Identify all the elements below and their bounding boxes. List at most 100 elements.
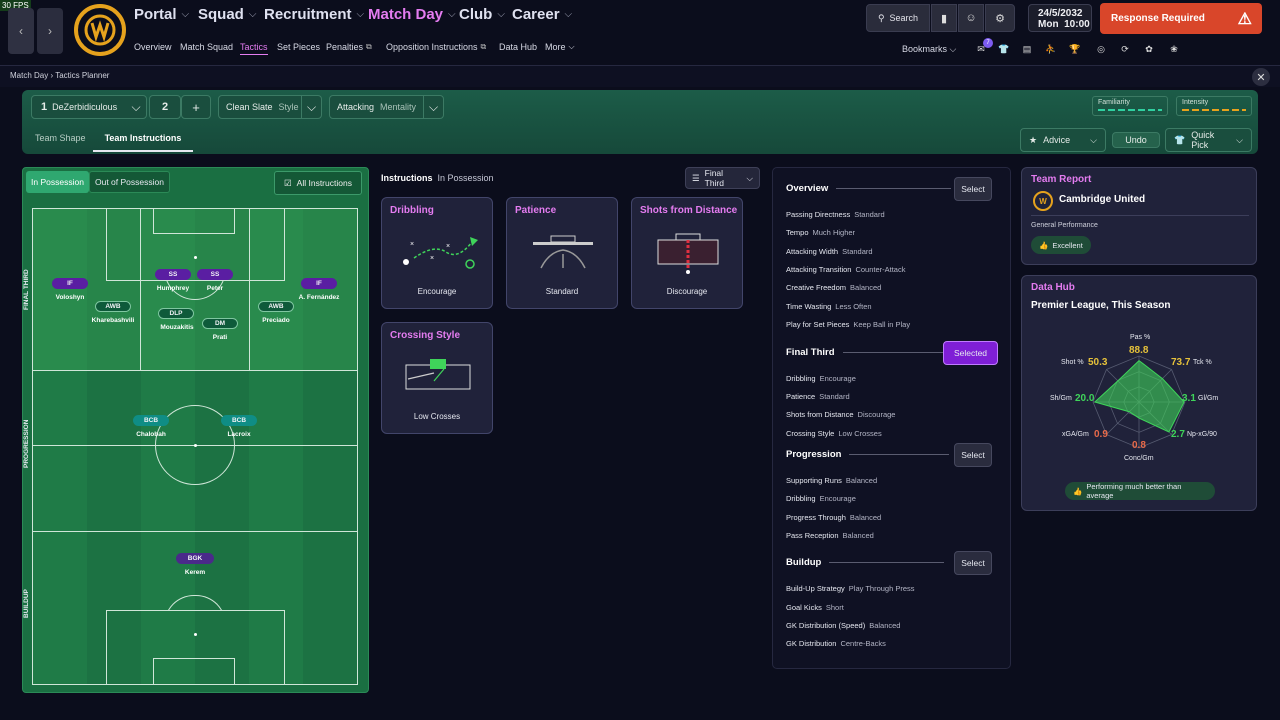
tab-team-instructions[interactable]: Team Instructions	[93, 133, 193, 152]
add-tactic-button[interactable]: +	[181, 95, 211, 119]
trophy-icon[interactable]: 🏆	[1068, 42, 1082, 56]
style-selector[interactable]: Clean Slate Style ⌵	[218, 95, 322, 119]
undo-button[interactable]: Undo	[1112, 132, 1160, 148]
radar-value: 88.8	[1129, 345, 1149, 356]
player-role-badge[interactable]: SS	[197, 269, 233, 280]
selected-final-third-button[interactable]: Selected	[943, 341, 998, 365]
menu-squad[interactable]: Squad ⌵	[198, 6, 256, 23]
submenu-more[interactable]: More ⌵	[545, 42, 575, 52]
person-button[interactable]: ☺	[958, 4, 984, 32]
section-overview-title: Overview	[786, 183, 952, 194]
player-role-badge[interactable]: IF	[301, 278, 337, 289]
player-role-badge[interactable]: SS	[155, 269, 191, 280]
menu-recruitment[interactable]: Recruitment ⌵	[264, 6, 364, 23]
chevron-down-icon: ⌵	[1090, 134, 1097, 145]
instruction-card-crossing-style[interactable]: Crossing Style Low Crosses	[381, 322, 493, 434]
player-role-badge[interactable]: BGK	[176, 553, 214, 564]
intensity-meter[interactable]: Intensity	[1176, 96, 1252, 116]
player-role-badge[interactable]: DLP	[158, 308, 194, 319]
overview-row: Shots from Distance Discourage	[786, 410, 896, 419]
forward-button[interactable]: ›	[37, 8, 63, 54]
thumbs-up-icon: 👍	[1073, 486, 1083, 496]
response-required-button[interactable]: Response Required ⚠	[1100, 3, 1262, 34]
mentality-selector[interactable]: Attacking Mentality ⌵	[329, 95, 444, 119]
menu-match-day[interactable]: Match Day ⌵	[368, 6, 456, 23]
inbox-icon[interactable]: ✉ 7	[974, 38, 993, 56]
clipboard-icon[interactable]: ▤	[1020, 42, 1034, 56]
star-icon: ★	[1029, 134, 1038, 145]
scout-icon[interactable]: ◎	[1094, 42, 1108, 56]
team-report-title: Team Report	[1031, 174, 1092, 185]
club-logo[interactable]	[74, 4, 126, 56]
player-role-badge[interactable]: BCB	[133, 415, 169, 426]
instructions-header: Instructions In Possession	[381, 173, 494, 183]
instruction-card-dribbling[interactable]: Dribbling × × × Encourage	[381, 197, 493, 309]
staff-icon[interactable]: ❀	[1167, 42, 1181, 56]
instruction-card-shots-from-distance[interactable]: Shots from Distance Discourage	[631, 197, 743, 309]
submenu-match-squad[interactable]: Match Squad	[180, 42, 233, 52]
performance-value: Excellent	[1052, 240, 1083, 250]
quick-pick-button[interactable]: 👕 Quick Pick ⌵	[1165, 128, 1252, 152]
chevron-down-icon: ⌵	[564, 9, 573, 20]
tab-team-shape[interactable]: Team Shape	[35, 133, 86, 143]
overview-row: GK Distribution Centre-Backs	[786, 639, 886, 648]
shirt-icon: 👕	[1174, 134, 1186, 145]
back-button[interactable]: ‹	[8, 8, 34, 54]
select-overview-button[interactable]: Select	[954, 177, 992, 201]
overview-row: Passing Directness Standard	[786, 210, 885, 219]
chevron-down-icon: ⌵	[423, 96, 443, 118]
tab-in-possession[interactable]: In Possession	[26, 171, 89, 193]
menu-club[interactable]: Club ⌵	[459, 6, 505, 23]
group-icon[interactable]: ✿	[1142, 42, 1156, 56]
intensity-bar	[1182, 109, 1246, 111]
player-role-badge[interactable]: AWB	[95, 301, 131, 312]
tactic-selector[interactable]: 1 DeZerbidiculous ⌵	[31, 95, 147, 119]
player-role-badge[interactable]: AWB	[258, 301, 294, 312]
familiarity-meter[interactable]: Familiarity	[1092, 96, 1168, 116]
breadcrumb-parent[interactable]: Match Day	[10, 71, 48, 80]
all-instructions-button[interactable]: ☑ All Instructions	[274, 171, 362, 195]
submenu-tactics[interactable]: Tactics	[240, 42, 268, 55]
data-hub-footer: Performing much better than average	[1086, 482, 1182, 500]
instructions-title: Instructions	[381, 173, 433, 183]
player-role-badge[interactable]: BCB	[221, 415, 257, 426]
section-title: Final Third	[786, 347, 835, 358]
menu-portal[interactable]: Portal ⌵	[134, 6, 189, 23]
submenu-penalties[interactable]: Penalties ⧉	[326, 42, 372, 52]
current-date: 24/5/2032	[1038, 8, 1083, 19]
menu-label: Match Day	[368, 6, 444, 23]
submenu-data-hub[interactable]: Data Hub	[499, 42, 537, 52]
refresh-icon[interactable]: ⟳	[1118, 42, 1132, 56]
select-buildup-button[interactable]: Select	[954, 551, 992, 575]
data-hub-footer-badge: 👍 Performing much better than average	[1065, 482, 1215, 500]
submenu-set-pieces[interactable]: Set Pieces	[277, 42, 320, 52]
checklist-icon: ☑	[284, 177, 292, 188]
date-time-display[interactable]: 24/5/2032 Mon 10:00	[1028, 4, 1092, 32]
shirt-icon[interactable]: 👕	[997, 42, 1011, 56]
menu-career[interactable]: Career ⌵	[512, 6, 572, 23]
submenu-opposition-instructions[interactable]: Opposition Instructions ⧉	[386, 42, 486, 52]
close-button[interactable]: ✕	[1252, 68, 1270, 86]
search-button[interactable]: ⚲ Search	[866, 4, 930, 32]
chevron-down-icon: ⌵	[949, 44, 957, 54]
select-progression-button[interactable]: Select	[954, 443, 992, 467]
player-role-badge[interactable]: IF	[52, 278, 88, 289]
bookmarks-dropdown[interactable]: Bookmarks ⌵	[902, 44, 956, 55]
list-icon: ☰	[692, 172, 700, 183]
instruction-card-patience[interactable]: Patience Standard	[506, 197, 618, 309]
thumbs-up-icon: 👍	[1039, 240, 1049, 250]
phase-filter-dropdown[interactable]: ☰ Final Third ⌵	[685, 167, 760, 189]
tactic-slot-2[interactable]: 2	[149, 95, 181, 119]
chevron-right-icon: ›	[50, 71, 54, 80]
breadcrumb: Match Day › Tactics Planner	[10, 71, 109, 80]
submenu-overview[interactable]: Overview	[134, 42, 172, 52]
radar-value: 0.8	[1132, 440, 1146, 451]
advice-button[interactable]: ★ Advice ⌵	[1020, 128, 1106, 152]
settings-button[interactable]: ⚙	[985, 4, 1015, 32]
notebook-button[interactable]: ▮	[931, 4, 957, 32]
training-icon[interactable]: ⛹	[1044, 42, 1058, 56]
tab-out-of-possession[interactable]: Out of Possession	[89, 171, 170, 193]
player-role-badge[interactable]: DM	[202, 318, 238, 329]
gear-icon: ⚙	[995, 12, 1005, 25]
chevron-down-icon: ⌵	[131, 99, 141, 114]
